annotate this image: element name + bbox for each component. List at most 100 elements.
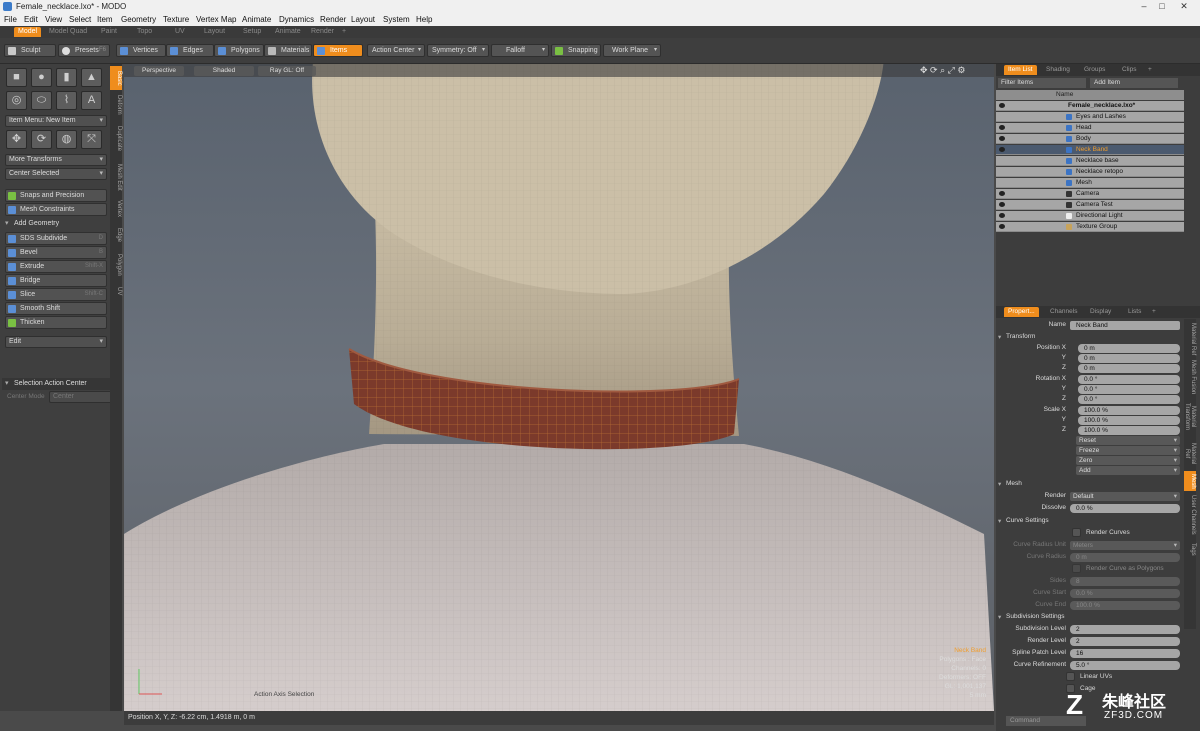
cylinder-primitive-icon[interactable]: ▮ bbox=[56, 68, 77, 87]
center-selected-dropdown[interactable]: Center Selected bbox=[5, 168, 107, 180]
menu-dynamics[interactable]: Dynamics bbox=[279, 15, 314, 24]
item-menu-dropdown[interactable]: Item Menu: New Item bbox=[5, 115, 107, 127]
items-button[interactable]: Items bbox=[313, 44, 363, 57]
vertices-button[interactable]: Vertices bbox=[116, 44, 166, 57]
maximize-button[interactable]: □ bbox=[1154, 0, 1170, 12]
tab-mesh-fusion[interactable]: Mesh Fusion bbox=[1184, 359, 1196, 395]
minimize-button[interactable]: – bbox=[1136, 0, 1152, 12]
materials-button[interactable]: Materials bbox=[264, 44, 312, 57]
capsule-primitive-icon[interactable]: ⬭ bbox=[31, 91, 52, 110]
polygons-button[interactable]: Polygons bbox=[214, 44, 264, 57]
visibility-eye-icon[interactable] bbox=[999, 125, 1005, 130]
list-item[interactable]: Necklace base bbox=[996, 156, 1184, 166]
add-properties-tab[interactable]: + bbox=[1148, 307, 1160, 317]
position-x-field[interactable]: 0 m bbox=[1078, 344, 1180, 353]
add-geometry-header[interactable]: Add Geometry bbox=[2, 218, 120, 230]
list-item[interactable]: Eyes and Lashes bbox=[996, 112, 1184, 122]
transform-tool-icon[interactable]: ⤧ bbox=[81, 130, 102, 149]
tab-model-quad[interactable]: Model Quad bbox=[45, 27, 91, 37]
menu-texture[interactable]: Texture bbox=[163, 15, 189, 24]
tab-vertex[interactable]: Vertex bbox=[110, 197, 122, 221]
symmetry-dropdown[interactable]: Symmetry: Off ▾ bbox=[427, 44, 489, 57]
more-transforms-dropdown[interactable]: More Transforms bbox=[5, 154, 107, 166]
cone-primitive-icon[interactable]: ▲ bbox=[81, 68, 102, 87]
dissolve-field[interactable]: 0.0 % bbox=[1070, 504, 1180, 513]
tab-uv[interactable]: UV bbox=[171, 27, 189, 37]
menu-edit[interactable]: Edit bbox=[24, 15, 38, 24]
rotation-y-field[interactable]: 0.0 ° bbox=[1078, 385, 1180, 394]
viewport-nav-icons[interactable]: ✥ ⟳ ⌕ ⤢ ⚙ bbox=[920, 65, 965, 76]
name-field[interactable]: Neck Band bbox=[1070, 321, 1180, 330]
tab-basic[interactable]: Basic bbox=[110, 66, 122, 90]
tab-edge[interactable]: Edge bbox=[110, 224, 122, 246]
add-dropdown[interactable]: Add bbox=[1076, 466, 1180, 475]
list-item[interactable]: Body bbox=[996, 134, 1184, 144]
list-item[interactable]: Necklace retopo bbox=[996, 167, 1184, 177]
subdivision-settings-section[interactable]: Subdivision Settings bbox=[998, 613, 1065, 621]
menu-geometry[interactable]: Geometry bbox=[121, 15, 156, 24]
menu-vertex-map[interactable]: Vertex Map bbox=[196, 15, 236, 24]
menu-system[interactable]: System bbox=[383, 15, 410, 24]
tab-render[interactable]: Render bbox=[307, 27, 338, 37]
rotation-x-field[interactable]: 0.0 ° bbox=[1078, 375, 1180, 384]
shading-mode-button[interactable]: Shaded bbox=[194, 66, 254, 76]
scale-z-field[interactable]: 100.0 % bbox=[1078, 426, 1180, 435]
sds-subdivide-button[interactable]: SDS Subdivide D bbox=[5, 232, 107, 245]
rotate-tool-icon[interactable]: ⟳ bbox=[31, 130, 52, 149]
snaps-precision-button[interactable]: Snaps and Precision bbox=[5, 189, 107, 202]
bridge-button[interactable]: Bridge bbox=[5, 274, 107, 287]
tab-duplicate[interactable]: Duplicate bbox=[110, 121, 122, 157]
list-item[interactable]: Directional Light bbox=[996, 211, 1184, 221]
tab-topo[interactable]: Topo bbox=[133, 27, 156, 37]
zero-dropdown[interactable]: Zero bbox=[1076, 456, 1180, 465]
filter-items-input[interactable]: Filter Items bbox=[998, 78, 1086, 88]
tab-uv[interactable]: UV bbox=[110, 284, 122, 298]
tab-mesh-edit[interactable]: Mesh Edit bbox=[110, 160, 122, 194]
add-tab-button[interactable]: + bbox=[338, 27, 350, 37]
menu-render[interactable]: Render bbox=[320, 15, 346, 24]
visibility-eye-icon[interactable] bbox=[999, 202, 1005, 207]
scale-y-field[interactable]: 100.0 % bbox=[1078, 416, 1180, 425]
menu-animate[interactable]: Animate bbox=[242, 15, 271, 24]
center-mode-dropdown[interactable]: Center bbox=[49, 391, 119, 403]
menu-help[interactable]: Help bbox=[416, 15, 432, 24]
tab-mesh[interactable]: Mesh bbox=[1184, 471, 1196, 491]
scale-x-field[interactable]: 100.0 % bbox=[1078, 406, 1180, 415]
list-item[interactable]: Mesh bbox=[996, 178, 1184, 188]
action-center-dropdown[interactable]: Action Center ▾ bbox=[367, 44, 425, 57]
text-primitive-icon[interactable]: A bbox=[81, 91, 102, 110]
curve-radius-unit-dropdown[interactable]: Meters bbox=[1070, 541, 1180, 550]
curve-radius-field[interactable]: 0 m bbox=[1070, 553, 1180, 562]
transform-section[interactable]: Transform bbox=[998, 333, 1035, 341]
curve-refinement-field[interactable]: 5.0 ° bbox=[1070, 661, 1180, 670]
list-item-selected[interactable]: Neck Band bbox=[996, 145, 1184, 155]
list-item[interactable]: Head bbox=[996, 123, 1184, 133]
falloff-dropdown[interactable]: Falloff ▾ bbox=[491, 44, 549, 57]
slice-button[interactable]: Slice Shift-C bbox=[5, 288, 107, 301]
sculpt-button[interactable]: Sculpt bbox=[4, 44, 56, 57]
close-button[interactable]: ✕ bbox=[1172, 0, 1196, 12]
3d-viewport[interactable]: Neck Band Polygons : Face Channels: 0 De… bbox=[124, 64, 994, 711]
list-item[interactable]: Camera Test bbox=[996, 200, 1184, 210]
tab-clips[interactable]: Clips bbox=[1118, 65, 1140, 75]
move-tool-icon[interactable]: ✥ bbox=[6, 130, 27, 149]
visibility-eye-icon[interactable] bbox=[999, 224, 1005, 229]
view-mode-button[interactable]: Perspective bbox=[134, 66, 184, 76]
render-level-field[interactable]: 2 bbox=[1070, 637, 1180, 646]
tab-material-ref[interactable]: Material Ref bbox=[1184, 321, 1196, 357]
curve-start-field[interactable]: 0.0 % bbox=[1070, 589, 1180, 598]
linear-uvs-checkbox[interactable] bbox=[1066, 672, 1075, 681]
tab-groups[interactable]: Groups bbox=[1080, 65, 1109, 75]
raygl-button[interactable]: Ray GL: Off bbox=[258, 66, 316, 76]
extrude-button[interactable]: Extrude Shift-X bbox=[5, 260, 107, 273]
mesh-section[interactable]: Mesh bbox=[998, 480, 1022, 488]
render-dropdown[interactable]: Default bbox=[1070, 492, 1180, 501]
smooth-shift-button[interactable]: Smooth Shift bbox=[5, 302, 107, 315]
list-item[interactable]: Texture Group bbox=[996, 222, 1184, 232]
list-item[interactable]: Female_necklace.lxo* bbox=[996, 101, 1184, 111]
mesh-constraints-button[interactable]: Mesh Constraints bbox=[5, 203, 107, 216]
edit-dropdown[interactable]: Edit bbox=[5, 336, 107, 348]
tab-material-ref-2[interactable]: Material Ref bbox=[1184, 439, 1196, 469]
tab-channels[interactable]: Channels bbox=[1046, 307, 1081, 317]
add-item-dropdown[interactable]: Add Item bbox=[1090, 78, 1178, 88]
